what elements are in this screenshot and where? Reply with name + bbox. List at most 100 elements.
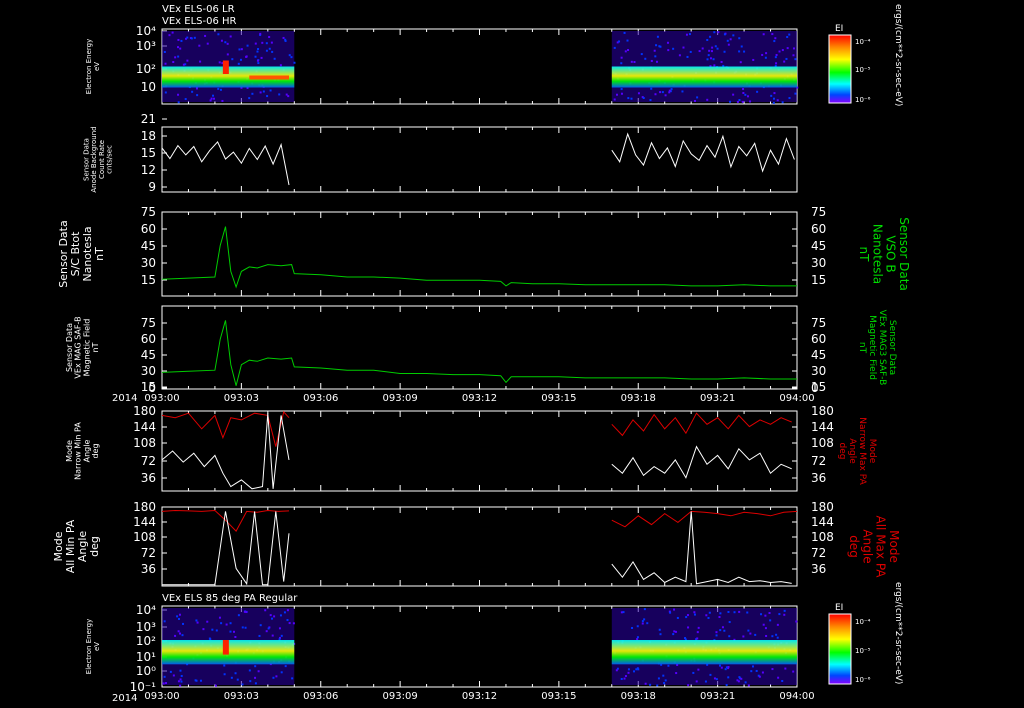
spectrogram-pixel <box>771 635 773 637</box>
right-axis-label-line: Nanotesla <box>870 224 884 284</box>
y-tick-label: 45 <box>141 239 156 253</box>
spectrogram-pixel <box>180 678 182 680</box>
spectrogram-pixel <box>231 677 233 679</box>
spectrogram-pixel <box>238 63 240 65</box>
series-line <box>612 413 792 435</box>
spectrogram-pixel <box>645 683 647 685</box>
right-axis-label-line: Sensor Data <box>887 320 897 375</box>
y-tick-label: 60 <box>141 332 156 346</box>
colorbar-bottom-tick-3: 10⁻⁶ <box>855 676 871 684</box>
spectrogram-pixel <box>694 614 696 616</box>
spectrogram-pixel <box>269 48 271 50</box>
y-axis-label-line: Sensor Data <box>65 323 74 372</box>
y-tick-label: 30 <box>141 256 156 270</box>
spectrogram-pixel <box>280 614 282 616</box>
spectrogram-pixel <box>625 675 627 677</box>
spectrogram-pixel <box>665 679 667 681</box>
y-axis-label-line: nT <box>91 342 100 352</box>
spectrogram-pixel <box>710 57 712 59</box>
spectrogram-pixel <box>732 34 734 36</box>
spectrogram-pixel <box>616 669 618 671</box>
spectrogram-pixel <box>219 617 221 619</box>
spectrogram-pixel <box>749 633 751 635</box>
spectrogram-pixel <box>227 43 229 45</box>
spectrogram-pixel <box>197 622 199 624</box>
spectrogram-pixel <box>792 671 794 673</box>
y-axis-label-line: nT <box>93 247 106 261</box>
panel-frame <box>162 507 797 586</box>
y-axis-label-line: S/C Btot <box>69 231 82 276</box>
spectrogram-pixel <box>673 609 675 611</box>
spectrogram-pixel <box>165 91 167 93</box>
spectrogram-pixel <box>715 631 717 633</box>
spectrogram-pixel <box>671 88 673 90</box>
spectrogram-pixel <box>699 50 701 52</box>
spectrogram-pixel <box>752 665 754 667</box>
spectrogram-pixel <box>620 62 622 64</box>
spectrogram-pixel <box>195 679 197 681</box>
spectrogram-pixel <box>730 38 732 40</box>
y-tick-label-right: 75 <box>811 205 826 219</box>
spectrogram-pixel <box>709 36 711 38</box>
y-tick-label-right: 72 <box>811 454 826 468</box>
spectrogram-pixel <box>179 685 181 687</box>
spectrogram-pixel <box>268 36 270 38</box>
spectrogram-pixel <box>749 100 751 102</box>
x-tick-label: 093:21 <box>700 393 735 404</box>
x-tick-label: 094:00 <box>779 691 814 702</box>
x-tick-label: 093:06 <box>303 393 338 404</box>
spectrogram-pixel <box>705 614 707 616</box>
y-tick-label-right: 45 <box>811 239 826 253</box>
year-label-bottom: 2014 <box>112 693 137 704</box>
panel-b-saf-magnetic-field: 75 7560 6045 4530 3015 150 0Sensor DataVEx MAG… <box>65 306 897 395</box>
spectrogram-pixel <box>737 101 739 103</box>
spectrogram-pixel <box>186 60 188 62</box>
y-axis-label: Sensor DataAnode BackgroundCount Ratecnt… <box>82 126 113 192</box>
y-tick-label: 18 <box>141 129 156 143</box>
colorbar-top-tick-2: 10⁻⁵ <box>855 66 871 74</box>
spectrogram-pixel <box>627 97 629 99</box>
spectrogram-pixel <box>771 33 773 35</box>
spectrogram-pixel <box>274 58 276 60</box>
spectrogram-pixel <box>271 618 273 620</box>
spectrogram-pixel <box>178 680 180 682</box>
spectrogram-pixel <box>698 627 700 629</box>
spectrogram-pixel <box>782 49 784 51</box>
spectrogram-pixel <box>684 637 686 639</box>
y-axis-label: ModeAll Min PAAngledeg <box>52 519 101 573</box>
panel-els-lr-hr-spectrogram: 10⁴10³10²10Electron EnergyeV <box>85 24 798 104</box>
spectrogram-pixel <box>726 666 728 668</box>
spectrogram-pixel <box>266 630 268 632</box>
spectrogram-pixel <box>763 33 765 35</box>
spectrogram-pixel <box>642 620 644 622</box>
spectrogram-pixel <box>631 627 633 629</box>
panel-narrow-pa: 180 180144 144108 10872 7236 36ModeNarrow Min… <box>65 404 877 491</box>
spectrogram-pixel <box>284 39 286 41</box>
y-axis-label-line: All Min PA <box>64 519 77 573</box>
spectrogram-pixel <box>778 613 780 615</box>
spectrogram-pixel <box>287 95 289 97</box>
x-tick-label: 093:00 <box>144 393 179 404</box>
spectrogram-pixel <box>621 93 623 95</box>
spectrogram-pixel <box>721 61 723 63</box>
spectrogram-pixel <box>270 614 272 616</box>
y-tick-label: 72 <box>141 546 156 560</box>
spectrogram-pixel <box>742 635 744 637</box>
spectrogram-pixel <box>275 675 277 677</box>
spectrogram-pixel <box>659 629 661 631</box>
y-tick-label: 60 <box>141 222 156 236</box>
spectrogram-pixel <box>257 48 259 50</box>
spectrogram-pixel <box>687 614 689 616</box>
spectrogram-pixel <box>624 32 626 34</box>
spectrogram-pixel <box>740 61 742 63</box>
spectrogram-pixel <box>743 51 745 53</box>
spectrogram-pixel <box>686 34 688 36</box>
spectrogram-pixel <box>268 627 270 629</box>
spectrogram-pixel <box>272 635 274 637</box>
y-axis-label-line: Mode <box>52 531 65 561</box>
y-axis-label: ModeNarrow Min PAAngledeg <box>65 422 100 480</box>
spectrogram-pixel <box>769 612 771 614</box>
spectrogram-pixel <box>675 672 677 674</box>
spectrogram-pixel <box>245 627 247 629</box>
spectrogram-pixel <box>747 95 749 97</box>
